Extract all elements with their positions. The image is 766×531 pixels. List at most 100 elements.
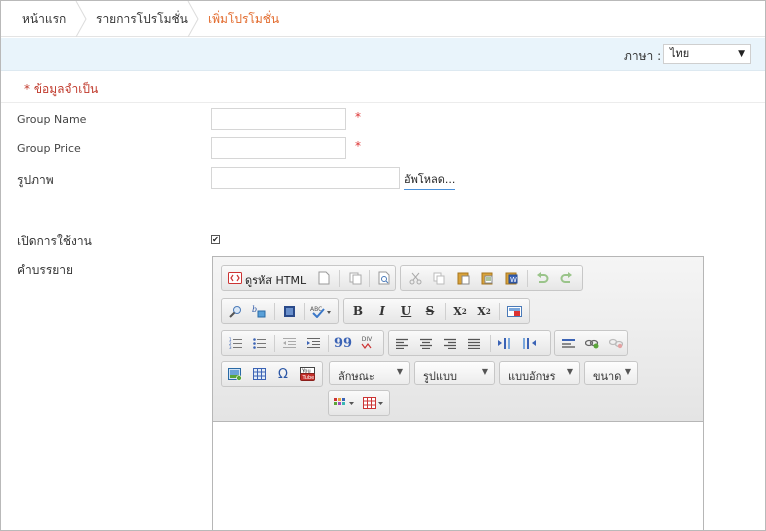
remove-format-icon[interactable]: [504, 302, 524, 320]
enable-checkbox[interactable]: ✔: [211, 235, 220, 244]
language-label: ภาษา :: [624, 49, 662, 63]
size-combo-label: ขนาด: [593, 370, 622, 383]
description-label: คำบรรยาย: [17, 263, 74, 277]
svg-text:b: b: [252, 305, 257, 314]
superscript-letter: X: [477, 304, 486, 318]
link-icon[interactable]: [582, 334, 602, 352]
toolbar-group-document: ดูรหัส HTML: [221, 265, 396, 291]
breadcrumb-separator-icon: [74, 1, 88, 37]
paste-icon[interactable]: [453, 269, 473, 287]
styles-combo-label: ลักษณะ: [338, 370, 375, 383]
required-star: *: [355, 110, 361, 124]
font-combo[interactable]: แบบอักษร ▼: [499, 361, 580, 385]
source-button-label[interactable]: ดูรหัส HTML: [245, 271, 306, 289]
align-justify-icon[interactable]: [464, 334, 484, 352]
image-icon[interactable]: [225, 365, 245, 383]
table-icon[interactable]: [249, 365, 269, 383]
div-container-icon[interactable]: DIV: [357, 334, 377, 352]
paste-text-icon[interactable]: [477, 269, 497, 287]
text-direction-rtl-icon[interactable]: [519, 334, 539, 352]
strikethrough-button[interactable]: S: [420, 302, 440, 320]
breadcrumb-add-promotion: เพิ่มโปรโมชั่น: [208, 12, 280, 26]
bold-button[interactable]: B: [348, 302, 368, 320]
unlink-icon[interactable]: [606, 334, 626, 352]
group-price-input[interactable]: [211, 137, 346, 159]
blockquote-button[interactable]: 99: [333, 334, 353, 352]
youtube-icon[interactable]: You Tube: [297, 365, 317, 383]
text-direction-ltr-icon[interactable]: [495, 334, 515, 352]
language-bar: ภาษา : ไทย ▼: [1, 38, 765, 71]
align-right-icon[interactable]: [440, 334, 460, 352]
toolbar-group-clipboard: W: [400, 265, 583, 291]
source-icon[interactable]: [225, 269, 245, 287]
group-name-label: Group Name: [17, 113, 87, 126]
templates-icon[interactable]: [345, 269, 365, 287]
image-file-input[interactable]: [211, 167, 400, 189]
subscript-button[interactable]: X2: [450, 302, 470, 320]
subscript-mark: 2: [461, 306, 467, 316]
language-select[interactable]: ไทย ▼: [663, 44, 751, 64]
copy-icon[interactable]: [429, 269, 449, 287]
toolbar-group-insert: Ω You Tube: [221, 361, 323, 387]
svg-text:W: W: [510, 276, 517, 284]
language-selected-value: ไทย: [670, 47, 690, 60]
styles-combo[interactable]: ลักษณะ ▼: [329, 361, 410, 385]
toolbar-group-links: [554, 330, 628, 356]
superscript-button[interactable]: X2: [474, 302, 494, 320]
superscript-mark: 2: [485, 306, 491, 316]
breadcrumb-promotion-list[interactable]: รายการโปรโมชั่น: [96, 1, 188, 37]
group-price-label: Group Price: [17, 142, 81, 155]
breadcrumb-home[interactable]: หน้าแรก: [22, 1, 66, 37]
caret-down-icon: ▼: [624, 367, 631, 376]
caret-down-icon: ▼: [481, 367, 488, 376]
svg-text:You: You: [301, 369, 311, 375]
find-icon[interactable]: [225, 302, 245, 320]
editor-toolbar: ดูรหัส HTML W b ABC B I U S X 2 X 2 1 2 …: [213, 257, 703, 422]
anchor-icon[interactable]: [558, 334, 578, 352]
replace-icon[interactable]: b: [249, 302, 269, 320]
enable-label: เปิดการใช้งาน: [17, 234, 92, 248]
align-left-icon[interactable]: [392, 334, 412, 352]
special-char-icon[interactable]: Ω: [273, 365, 293, 383]
text-color-icon[interactable]: [332, 394, 358, 412]
required-star: *: [355, 139, 361, 153]
toolbar-group-paragraph: 123 99 DIV: [221, 330, 384, 356]
svg-text:3: 3: [229, 345, 232, 349]
underline-button[interactable]: U: [396, 302, 416, 320]
undo-icon[interactable]: [532, 269, 552, 287]
indent-icon[interactable]: [303, 334, 323, 352]
caret-down-icon: ▼: [738, 49, 745, 59]
numbered-list-icon[interactable]: 123: [225, 334, 245, 352]
spell-check-icon[interactable]: ABC: [308, 302, 334, 320]
font-combo-label: แบบอักษร: [508, 370, 556, 383]
page-frame: หน้าแรก รายการโปรโมชั่น เพิ่มโปรโมชั่น ภ…: [0, 0, 766, 531]
toolbar-group-editing: b ABC: [221, 298, 339, 324]
breadcrumb-separator-icon: [186, 1, 200, 37]
size-combo[interactable]: ขนาด ▼: [584, 361, 638, 385]
paste-word-icon[interactable]: W: [501, 269, 521, 287]
caret-down-icon: ▼: [566, 367, 573, 376]
format-combo[interactable]: รูปแบบ ▼: [414, 361, 495, 385]
redo-icon[interactable]: [556, 269, 576, 287]
cut-icon[interactable]: [405, 269, 425, 287]
group-name-input[interactable]: [211, 108, 346, 130]
upload-link[interactable]: อัพโหลด...: [404, 170, 456, 190]
background-color-icon[interactable]: [361, 394, 387, 412]
bulleted-list-icon[interactable]: [249, 334, 269, 352]
breadcrumb: หน้าแรก รายการโปรโมชั่น เพิ่มโปรโมชั่น: [1, 1, 765, 37]
new-page-icon[interactable]: [314, 269, 334, 287]
align-center-icon[interactable]: [416, 334, 436, 352]
preview-icon[interactable]: [374, 269, 394, 287]
divider: [1, 102, 765, 103]
editor-content-area[interactable]: [213, 423, 703, 530]
italic-button[interactable]: I: [372, 302, 392, 320]
caret-down-icon: ▼: [396, 367, 403, 376]
select-all-icon[interactable]: [279, 302, 299, 320]
rich-text-editor: ดูรหัส HTML W b ABC B I U S X 2 X 2 1 2 …: [212, 256, 704, 530]
toolbar-group-align: [388, 330, 551, 356]
subscript-letter: X: [453, 304, 462, 318]
outdent-icon[interactable]: [279, 334, 299, 352]
image-label: รูปภาพ: [17, 173, 54, 187]
svg-text:Tube: Tube: [301, 375, 314, 381]
toolbar-group-colors: [328, 390, 390, 416]
